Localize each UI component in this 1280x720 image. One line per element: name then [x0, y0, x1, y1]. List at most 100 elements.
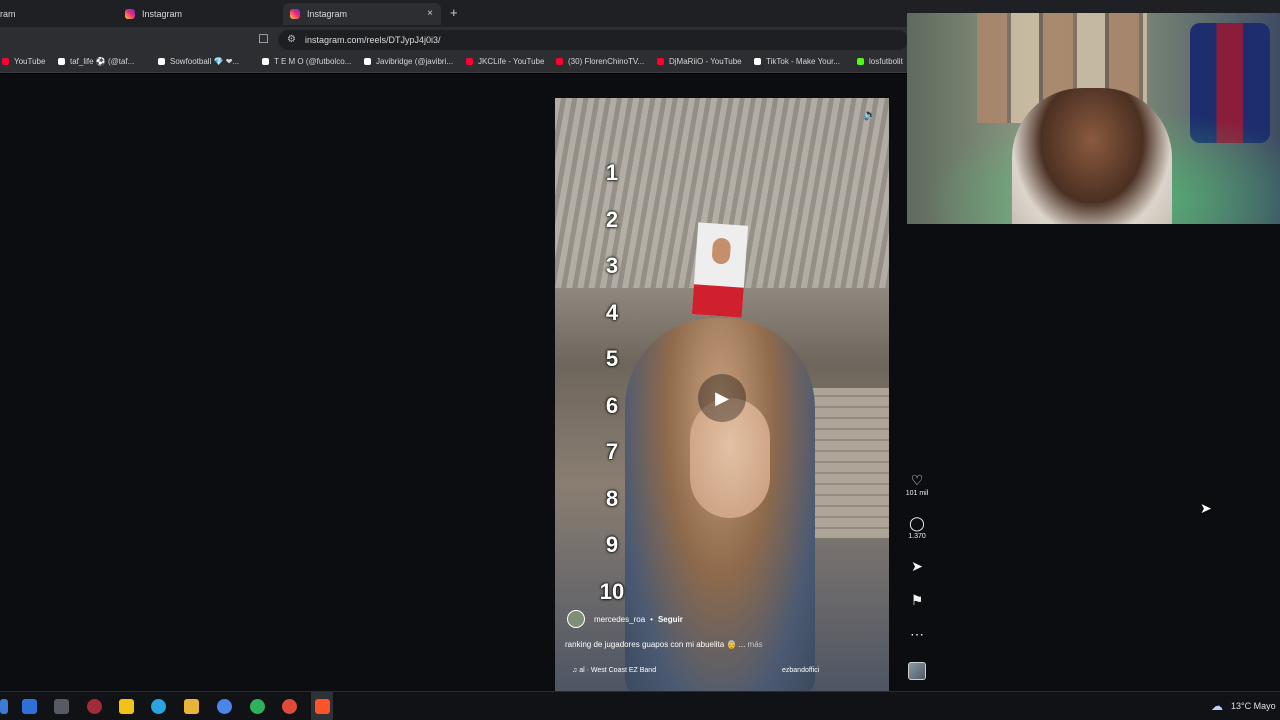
close-icon[interactable]: × — [427, 8, 433, 19]
bookmark-label: TikTok - Make Your... — [766, 57, 840, 66]
bookmark-label: DjMaRiiO - YouTube — [669, 57, 742, 66]
youtube-icon — [657, 58, 664, 65]
player-photo-card — [691, 222, 749, 318]
brave-icon[interactable] — [315, 699, 330, 714]
bookmark-item[interactable]: (30) FlorenChinoTV... — [556, 57, 644, 66]
bookmark-item[interactable]: Javibridge (@javibri... — [364, 57, 453, 66]
tiktok-icon — [58, 58, 65, 65]
weather-text[interactable]: 13°C Mayo — [1231, 701, 1276, 711]
url-text[interactable]: instagram.com/reels/DTJypJ4j0i3/ — [305, 35, 441, 45]
send-icon: ➤ — [911, 558, 923, 574]
play-button[interactable]: ▶ — [698, 374, 746, 422]
author-username[interactable]: mercedes_roa — [594, 615, 645, 624]
bookmark-item[interactable]: losfutbolit — [857, 57, 903, 66]
chrome-icon[interactable] — [250, 699, 265, 714]
like-button[interactable]: ♡ 101 mil — [902, 472, 932, 497]
comment-button[interactable]: ◯ 1.370 — [902, 515, 932, 540]
audio-track[interactable]: ♫ al · West Coast EZ Band — [572, 667, 656, 674]
bookmark-label: (30) FlorenChinoTV... — [568, 57, 645, 66]
app-icon[interactable] — [22, 699, 37, 714]
reel-video[interactable]: 1 2 3 4 5 6 7 8 9 10 🔈 ▶ mercedes_roa • … — [555, 98, 889, 692]
player-photo-shirt — [691, 284, 744, 318]
rank-number: 1 — [605, 160, 619, 185]
new-tab-button[interactable]: + — [450, 5, 458, 20]
ranking-list: 1 2 3 4 5 6 7 8 9 10 — [599, 160, 625, 625]
chrome-icon[interactable] — [282, 699, 297, 714]
bookmark-icon[interactable]: ☐ — [258, 32, 269, 46]
more-icon: ⋯ — [910, 626, 924, 642]
bookmark-item[interactable]: TikTok - Make Your... — [754, 57, 840, 66]
rank-number: 5 — [605, 346, 619, 371]
tab-label: ram — [0, 9, 16, 19]
bookmark-item[interactable]: DjMaRiiO - YouTube — [657, 57, 742, 66]
file-explorer-icon[interactable] — [184, 699, 199, 714]
app-icon[interactable] — [87, 699, 102, 714]
bookmark-label: Javibridge (@javibri... — [376, 57, 454, 66]
rank-number: 7 — [605, 439, 619, 464]
separator: • — [650, 614, 653, 624]
bookmark-label: Sowfootball 💎 ❤... — [170, 57, 240, 66]
app-icon[interactable] — [54, 699, 69, 714]
follow-button[interactable]: Seguir — [658, 615, 683, 624]
volume-icon[interactable]: 🔈 — [863, 108, 877, 121]
more-options-button[interactable]: ⋯ — [902, 626, 932, 642]
rank-number: 6 — [605, 392, 619, 418]
bookmark-item[interactable]: T E M O (@futbolco... — [262, 57, 351, 66]
youtube-icon — [466, 58, 473, 65]
tab-instagram-active[interactable]: Instagram × — [283, 3, 441, 25]
caption-text: ranking de jugadores guapos con mi abuel… — [565, 640, 746, 649]
like-count: 101 mil — [905, 490, 929, 497]
save-button[interactable]: ⚑ — [902, 592, 932, 608]
webcam-overlay — [907, 13, 1280, 224]
tiktok-icon — [262, 58, 269, 65]
mouse-cursor-icon: ➤ — [1200, 500, 1212, 516]
weather-label: Mayo — [1253, 701, 1276, 711]
tab-label: Instagram — [307, 9, 348, 19]
telegram-icon[interactable] — [151, 699, 166, 714]
rank-number: 4 — [605, 299, 619, 325]
tiktok-icon — [364, 58, 371, 65]
player-photo-head — [711, 237, 732, 265]
bookmark-label: losfutbolit — [869, 57, 903, 66]
bookmark-icon: ⚑ — [910, 592, 924, 608]
rank-number: 3 — [605, 253, 619, 278]
streamer — [1012, 88, 1172, 224]
rank-number: 8 — [605, 485, 619, 511]
audio-user[interactable]: ezbandoffici — [782, 667, 819, 674]
bookmark-label: T E M O (@futbolco... — [274, 57, 352, 66]
caption-more-link[interactable]: más — [748, 640, 763, 649]
tiktok-icon — [754, 58, 761, 65]
avatar[interactable] — [567, 610, 585, 628]
bookmark-label: taf_life ⚽ (@taf... — [70, 57, 135, 66]
sticky-notes-icon[interactable] — [119, 699, 134, 714]
audio-thumbnail[interactable] — [908, 662, 926, 680]
weather-icon[interactable]: ☁ — [1211, 699, 1223, 713]
address-bar[interactable]: ⚙ instagram.com/reels/DTJypJ4j0i3/ — [278, 30, 908, 50]
taskbar: ☁ 13°C Mayo — [0, 691, 1280, 720]
bookmark-item[interactable]: taf_life ⚽ (@taf... — [58, 57, 134, 66]
kick-icon — [857, 58, 864, 65]
site-settings-icon[interactable]: ⚙ — [287, 34, 296, 45]
tiktok-icon — [158, 58, 165, 65]
comment-count: 1.370 — [908, 533, 926, 540]
comment-icon: ◯ — [909, 515, 925, 531]
tab-label: Instagram — [142, 9, 183, 19]
share-button[interactable]: ➤ — [902, 558, 932, 574]
rank-number: 2 — [605, 206, 619, 232]
bookmark-item[interactable]: Sowfootball 💎 ❤... — [158, 57, 239, 66]
youtube-icon — [2, 58, 9, 65]
rank-number: 9 — [605, 532, 619, 557]
tab-instagram[interactable]: Instagram — [118, 3, 278, 25]
reel-author: mercedes_roa • Seguir — [567, 610, 683, 628]
bookmark-item[interactable]: YouTube — [2, 57, 45, 66]
instagram-icon — [290, 9, 300, 19]
tab-partial[interactable]: ram — [0, 3, 110, 25]
chrome-icon[interactable] — [217, 699, 232, 714]
bookmark-item[interactable]: JKCLife - YouTube — [466, 57, 544, 66]
youtube-icon — [556, 58, 563, 65]
start-icon[interactable] — [0, 699, 8, 714]
heart-icon: ♡ — [910, 472, 924, 488]
play-icon: ▶ — [715, 387, 729, 408]
instagram-icon — [125, 9, 135, 19]
reel-caption: ranking de jugadores guapos con mi abuel… — [565, 640, 763, 649]
